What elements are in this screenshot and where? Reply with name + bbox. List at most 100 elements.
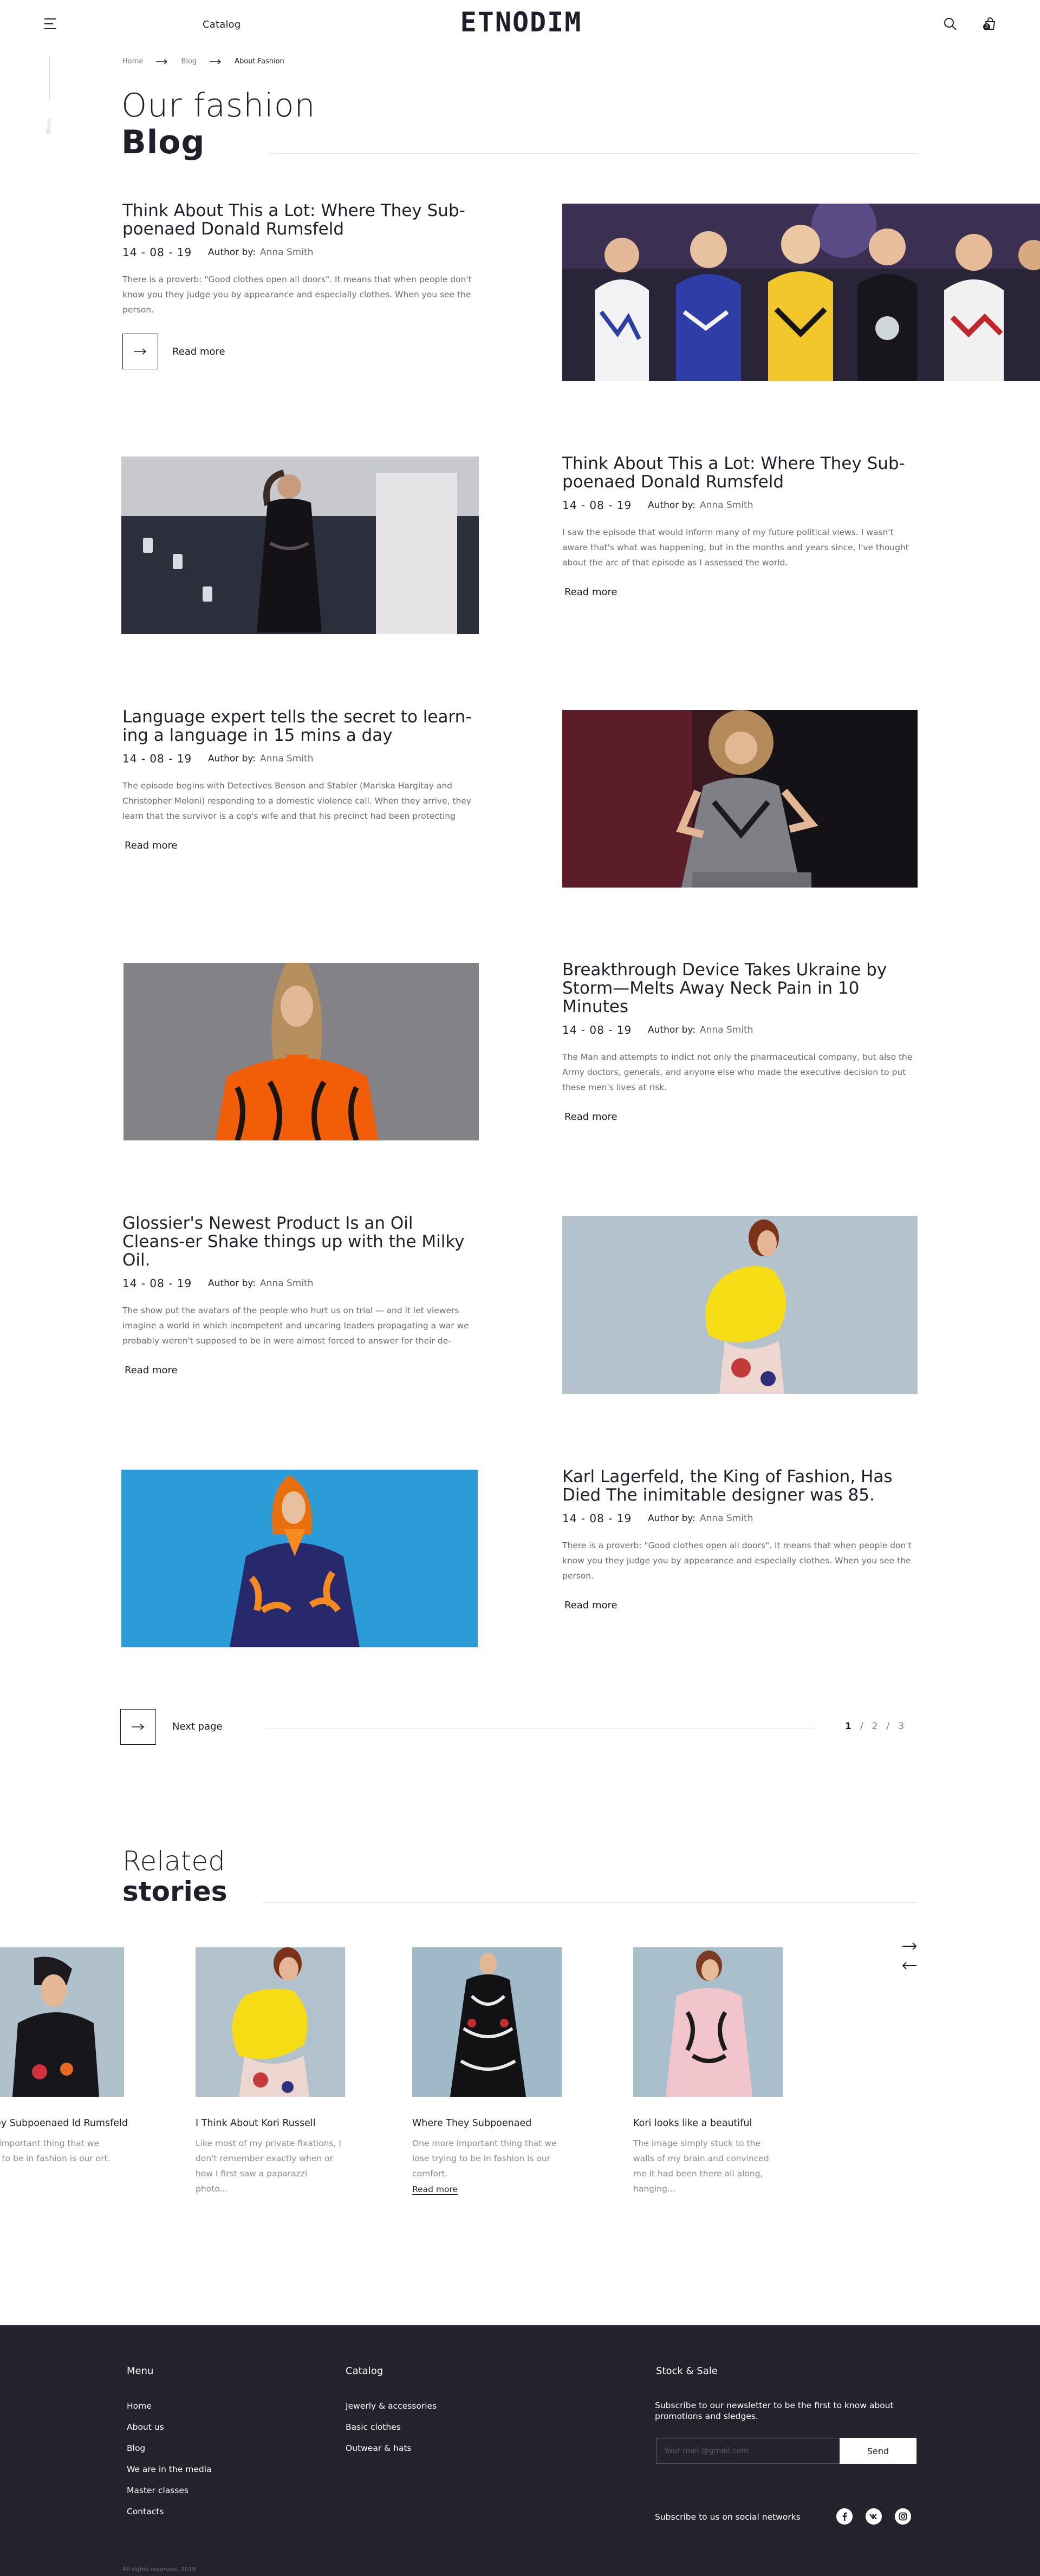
story-title[interactable]: I Think About Kori Russell	[196, 2117, 358, 2129]
breadcrumb-blog[interactable]: Blog	[181, 57, 197, 66]
arrow-right-icon	[156, 58, 168, 64]
post-title[interactable]: Think About This a Lot: Where They Sub-p…	[562, 454, 920, 491]
read-more-link[interactable]: Read more	[562, 1600, 920, 1611]
newsletter-send-button[interactable]: Send	[840, 2438, 916, 2464]
read-more-label[interactable]: Read more	[125, 840, 178, 851]
newsletter-email-input[interactable]	[656, 2438, 840, 2464]
post-image-curly-hair-model[interactable]	[562, 710, 918, 888]
post-excerpt: The Man and attempts to indict not only …	[562, 1052, 913, 1092]
related-story-card[interactable]: I Think About Kori Russell Like most of …	[196, 1947, 358, 2196]
blog-post: Glossier's Newest Product Is an Oil Clea…	[0, 1214, 1040, 1395]
author-label: Author by:	[648, 500, 696, 511]
story-image[interactable]	[196, 1947, 345, 2097]
read-more-link[interactable]: Read more	[122, 1365, 480, 1376]
blog-post: Language expert tells the secret to lear…	[0, 708, 1040, 889]
vk-icon[interactable]	[866, 2508, 882, 2525]
footer-link-master-classes[interactable]: Master classes	[127, 2480, 212, 2501]
post-image-runway-crowd[interactable]	[562, 204, 1040, 381]
facebook-icon[interactable]	[836, 2508, 853, 2525]
post-excerpt: The episode begins with Detectives Benso…	[122, 781, 472, 821]
page-separator: /	[860, 1721, 863, 1732]
side-divider	[49, 57, 50, 100]
site-logo[interactable]: ETNODIM	[440, 8, 602, 38]
footer-stock-title: Stock & Sale	[656, 2365, 718, 2377]
author-label: Author by:	[208, 753, 256, 764]
read-more-label[interactable]: Read more	[172, 346, 225, 357]
story-image[interactable]	[633, 1947, 783, 2097]
footer-catalog-list: Jewerly & accessories Basic clothes Outw…	[346, 2396, 437, 2459]
read-more-label[interactable]: Read more	[564, 1111, 618, 1123]
author-label: Author by:	[648, 1025, 696, 1035]
post-date: 14 - 08 - 19	[122, 1277, 192, 1290]
footer-link-home[interactable]: Home	[127, 2396, 212, 2417]
post-excerpt: The show put the avatars of the people w…	[122, 1306, 469, 1346]
breadcrumb-current: About Fashion	[235, 57, 284, 66]
copyright: All rights reserved, 2019	[122, 2566, 196, 2573]
footer-link-blog[interactable]: Blog	[127, 2438, 212, 2459]
story-excerpt: One more important thing that we lose tr…	[412, 2138, 557, 2179]
post-date: 14 - 08 - 19	[122, 752, 192, 765]
author-name: Anna Smith	[699, 500, 753, 511]
footer-catalog-title: Catalog	[346, 2365, 384, 2377]
footer-link-about[interactable]: About us	[127, 2417, 212, 2438]
post-title[interactable]: Think About This a Lot: Where They Sub-p…	[122, 201, 480, 238]
read-more-link[interactable]: Read more	[122, 840, 480, 851]
read-more-label[interactable]: Read more	[125, 1365, 178, 1376]
post-title[interactable]: Language expert tells the secret to lear…	[122, 708, 480, 745]
story-excerpt: more important thing that we trying to b…	[0, 2138, 110, 2163]
author-label: Author by:	[648, 1513, 696, 1524]
title-divider	[271, 153, 916, 154]
carousel-next-icon[interactable]	[902, 1942, 917, 1950]
footer-link-contacts[interactable]: Contacts	[127, 2501, 212, 2522]
read-more-link[interactable]: Read more	[562, 586, 920, 598]
cart-count-badge: 3	[983, 23, 990, 30]
pagination: 1 / 2 / 3	[845, 1721, 904, 1732]
blog-post: Karl Lagerfeld, the King of Fashion, Has…	[0, 1468, 1040, 1648]
arrow-right-button[interactable]	[122, 334, 158, 369]
post-excerpt: There is a proverb: "Good clothes open a…	[122, 275, 472, 315]
page-title-line1: Our fashion	[121, 87, 316, 125]
page-link-3[interactable]: 3	[898, 1721, 904, 1732]
story-title[interactable]: e They Subpoenaed ld Rumsfeld	[0, 2117, 137, 2129]
next-page-label[interactable]: Next page	[172, 1721, 223, 1732]
svg-text:ETNODIM: ETNODIM	[460, 8, 582, 38]
related-story-card[interactable]: Where They Subpoenaed One more important…	[412, 1947, 575, 2195]
post-title[interactable]: Glossier's Newest Product Is an Oil Clea…	[122, 1214, 480, 1269]
read-more-link[interactable]: Read more	[562, 1111, 920, 1123]
post-image-yellow-fur-model[interactable]	[562, 1216, 918, 1394]
breadcrumb-home[interactable]: Home	[122, 57, 143, 66]
post-image-orange-blouse-model[interactable]	[123, 963, 479, 1140]
related-story-card[interactable]: e They Subpoenaed ld Rumsfeld more impor…	[0, 1947, 137, 2166]
menu-icon[interactable]	[44, 18, 56, 29]
read-more-label[interactable]: Read more	[564, 1600, 618, 1611]
footer-link-jewelry[interactable]: Jewerly & accessories	[346, 2396, 437, 2417]
author-name: Anna Smith	[259, 247, 314, 258]
story-read-more-link[interactable]: Read more	[412, 2184, 458, 2195]
newsletter-text: Subscribe to our newsletter to be the fi…	[655, 2401, 894, 2421]
post-title[interactable]: Karl Lagerfeld, the King of Fashion, Has…	[562, 1468, 920, 1504]
related-story-card[interactable]: Kori looks like a beautiful The image si…	[633, 1947, 796, 2196]
instagram-icon[interactable]	[895, 2508, 911, 2525]
post-excerpt: There is a proverb: "Good clothes open a…	[562, 1541, 912, 1581]
footer-link-basic-clothes[interactable]: Basic clothes	[346, 2417, 437, 2438]
page-link-1[interactable]: 1	[845, 1721, 851, 1732]
story-image[interactable]	[0, 1947, 124, 2097]
related-divider	[262, 1902, 918, 1903]
footer-link-outwear[interactable]: Outwear & hats	[346, 2438, 437, 2459]
page-link-2[interactable]: 2	[872, 1721, 878, 1732]
carousel-prev-icon[interactable]	[902, 1962, 916, 1970]
story-image[interactable]	[412, 1947, 562, 2097]
catalog-link[interactable]: Catalog	[203, 19, 241, 30]
next-page-button[interactable]	[120, 1709, 156, 1745]
story-title[interactable]: Where They Subpoenaed	[412, 2117, 575, 2129]
author-label: Author by:	[208, 247, 256, 258]
read-more-link[interactable]: Read more	[122, 334, 480, 369]
post-image-runway-black-dress[interactable]	[121, 456, 479, 634]
post-title[interactable]: Breakthrough Device Takes Ukraine by Sto…	[562, 961, 920, 1016]
post-image-blue-background-model[interactable]	[121, 1470, 478, 1647]
read-more-label[interactable]: Read more	[564, 586, 618, 598]
story-title[interactable]: Kori looks like a beautiful	[633, 2117, 796, 2129]
footer-link-media[interactable]: We are in the media	[127, 2459, 212, 2480]
related-title-line1: Related	[122, 1845, 225, 1877]
search-icon[interactable]	[942, 16, 958, 31]
